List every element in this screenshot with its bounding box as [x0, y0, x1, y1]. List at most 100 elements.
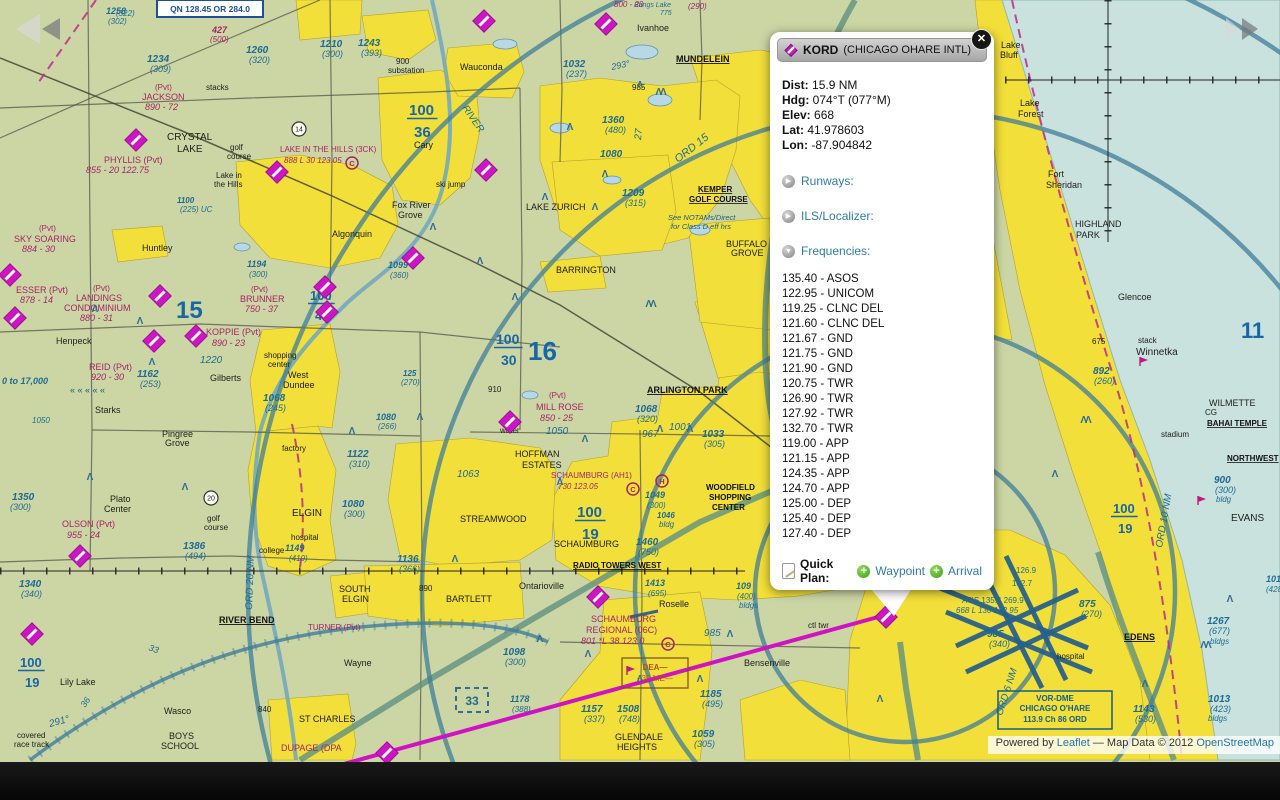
map-label: REGIONAL (06C): [586, 625, 657, 635]
map-label: Sheridan: [1046, 180, 1082, 190]
map-label: bldgs: [1208, 714, 1227, 723]
airport-symbol[interactable]: [473, 10, 496, 33]
map-label: 1015: [1266, 574, 1280, 584]
map-road: [520, 88, 522, 430]
map-label: (Pvt): [93, 284, 110, 293]
detail-row: Dist: 15.9 NM: [782, 78, 982, 93]
map-label: 878 - 14: [20, 295, 53, 305]
map-label: (237): [566, 69, 587, 79]
map-label: RADIO TOWERS WEST: [573, 561, 661, 570]
map-label: LAKE ZURICH: [526, 202, 586, 212]
map-label: BARRINGTON: [556, 265, 616, 275]
map-label: LAKE: [177, 144, 203, 155]
map-label: ctl twr: [808, 621, 829, 630]
map-label: Lily Lake: [60, 677, 96, 687]
map-label: (300): [322, 49, 343, 59]
airport-symbol[interactable]: [475, 159, 498, 182]
map-label: 675: [1092, 337, 1106, 346]
airport-symbol[interactable]: [376, 742, 399, 762]
map-label: race track: [14, 740, 50, 749]
map-label: JACKSON: [142, 92, 185, 102]
openstreetmap-link[interactable]: OpenStreetMap: [1196, 737, 1274, 749]
obstacle-icon: Λ: [657, 424, 664, 435]
close-icon[interactable]: ✕: [971, 29, 992, 50]
map-label: ELGIN: [292, 508, 322, 519]
obstacle-icon: Λ: [637, 80, 644, 91]
svg-text:100: 100: [20, 655, 42, 670]
map-label: stadium: [1161, 430, 1189, 439]
map-label: (270): [1081, 609, 1102, 619]
map-label: Wayne: [344, 658, 372, 668]
obstacle-icon: Λ: [349, 426, 356, 437]
map-label: for Class D eff hrs: [671, 222, 731, 231]
section-toggle-frequencies[interactable]: ▼Frequencies:: [782, 244, 982, 258]
obstacle-icon: Λ: [687, 424, 694, 435]
section-label: ILS/Localizer:: [801, 209, 874, 223]
svg-text:19: 19: [582, 526, 599, 543]
map-label: ESTATES: [522, 460, 562, 470]
airport-symbol[interactable]: [143, 330, 166, 353]
map-label: 1049: [645, 490, 665, 500]
map-label: GLENDALE: [615, 732, 663, 742]
sectional-chart-canvas: QN 128.45 OR 284.0VOR-DMECHICAGO O'HARE1…: [0, 0, 1280, 762]
map-label: the Hills: [214, 180, 242, 189]
leaflet-link[interactable]: Leaflet: [1057, 737, 1090, 749]
frequency-item: 121.75 - GND: [782, 347, 982, 362]
airport-symbol[interactable]: [4, 307, 27, 330]
add-arrival-icon[interactable]: +: [930, 565, 943, 578]
map-label: (245): [265, 403, 286, 413]
map-label: SCHAUMBURG: [591, 614, 656, 624]
airport-symbol[interactable]: [125, 129, 148, 152]
map-label: golf: [207, 514, 221, 523]
frequency-item: 127.92 - TWR: [782, 407, 982, 422]
obstacle-icon: Λ: [567, 122, 574, 133]
obstacle-icon: Λ: [697, 674, 704, 685]
map-label: Henpeck: [56, 336, 92, 346]
svg-text:CHICAGO O'HARE: CHICAGO O'HARE: [1020, 704, 1091, 713]
route-shield: 14: [292, 122, 306, 136]
obstacle-icon: Λ: [92, 304, 99, 315]
pan-left-icon: [14, 12, 62, 46]
map-label: Winnetka: [1136, 347, 1178, 358]
airport-symbol[interactable]: [185, 325, 208, 348]
airport-symbol[interactable]: [21, 623, 44, 646]
map-label: CG: [1205, 408, 1217, 417]
map-label: (270): [401, 378, 420, 387]
add-waypoint-link[interactable]: Waypoint: [875, 564, 925, 578]
map-label: (300): [647, 501, 666, 510]
map-label: substation: [388, 66, 424, 75]
obstacle-icon: Λ: [602, 169, 609, 180]
frequency-item: 119.25 - CLNC DEL: [782, 302, 982, 317]
map-label: (Pvt): [549, 391, 566, 400]
map-label: college: [259, 546, 285, 555]
airport-symbol[interactable]: [595, 13, 618, 36]
map-label: (677): [1209, 626, 1230, 636]
map-label: Grove: [165, 438, 190, 448]
svg-text:100: 100: [1113, 501, 1135, 516]
airport-symbol[interactable]: [0, 264, 21, 287]
airport-symbol[interactable]: [149, 285, 172, 308]
map-label: 910: [488, 385, 502, 394]
map-label: (320): [249, 55, 270, 65]
map-label: Fort: [1048, 169, 1065, 179]
frequency-item: 124.35 - APP: [782, 467, 982, 482]
map-label: 1413: [645, 578, 665, 588]
map-label: 1046: [657, 511, 675, 520]
map-label: 890 - 23: [212, 338, 245, 348]
sectional-chart-map[interactable]: QN 128.45 OR 284.0VOR-DMECHICAGO O'HARE1…: [0, 0, 1280, 762]
add-arrival-link[interactable]: Arrival: [948, 564, 982, 578]
airport-symbol[interactable]: [69, 545, 92, 568]
section-label: Frequencies:: [801, 244, 870, 258]
map-attribution: Powered by Leaflet — Map Data © 2012 Ope…: [988, 736, 1280, 754]
add-waypoint-icon[interactable]: +: [857, 565, 870, 578]
map-label: (Pvt): [39, 224, 56, 233]
map-label: 1178: [510, 694, 529, 704]
section-toggle-ilslocalizer[interactable]: ▶ILS/Localizer:: [782, 209, 982, 223]
map-label: MILL ROSE: [536, 402, 584, 412]
section-toggle-runways[interactable]: ▶Runways:: [782, 174, 982, 188]
obstacle-icon: Λ: [149, 357, 156, 368]
map-label: Roselle: [659, 599, 689, 609]
popup-sections: ▶Runways: ▶ILS/Localizer: ▼Frequencies:: [782, 174, 982, 258]
map-label: 11: [1241, 318, 1264, 343]
map-label: 730 123.05: [558, 482, 599, 491]
